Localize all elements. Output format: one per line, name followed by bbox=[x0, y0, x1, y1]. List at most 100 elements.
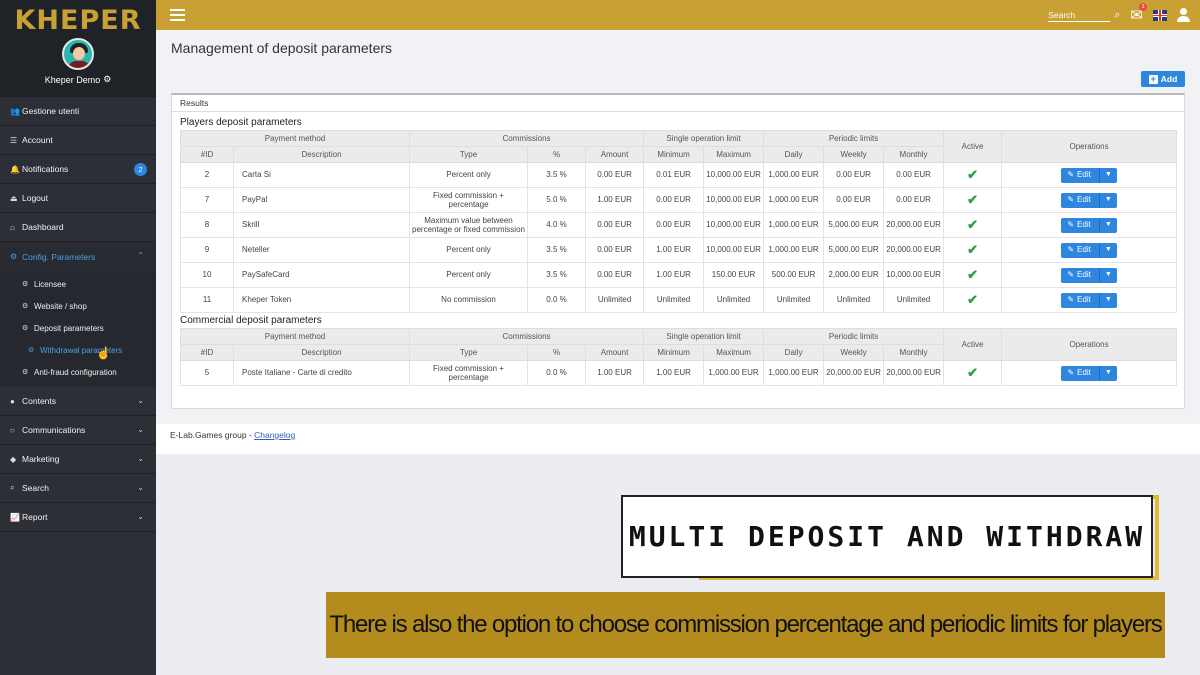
caret-down-icon[interactable]: ▼ bbox=[1100, 218, 1117, 233]
edit-button-main[interactable]: ✎ Edit bbox=[1061, 267, 1100, 283]
cell-minimum: 0.01 EUR bbox=[643, 162, 705, 188]
sidebar-item-label: Dashboard bbox=[22, 222, 64, 232]
cell-id: 8 bbox=[180, 212, 234, 238]
header-active: Active bbox=[943, 328, 1003, 361]
cell-weekly: 0.00 EUR bbox=[823, 187, 885, 213]
search-icon[interactable]: ⌕ bbox=[1114, 9, 1120, 22]
edit-button-main[interactable]: ✎ Edit bbox=[1061, 242, 1100, 258]
mail-badge: 3 bbox=[1139, 3, 1147, 11]
col-amount[interactable]: Amount bbox=[585, 344, 645, 361]
cogs-icon: ⚙ bbox=[22, 303, 29, 310]
col-description[interactable]: Description bbox=[232, 146, 411, 163]
edit-button[interactable]: ✎ Edit ▼ bbox=[1061, 192, 1117, 208]
sidebar: KHEPER Kheper Demo ⚙ 👥 Gestione utenti ☰… bbox=[0, 0, 156, 675]
table-row: 5 Poste Italiane - Carte di credito Fixed … bbox=[180, 360, 1178, 386]
edit-button[interactable]: ✎ Edit ▼ bbox=[1061, 292, 1117, 308]
col-minimum[interactable]: Minimum bbox=[643, 146, 705, 163]
header-periodic-limits: Periodic limits bbox=[763, 328, 945, 345]
edit-button[interactable]: ✎ Edit ▼ bbox=[1061, 217, 1117, 233]
col-monthly[interactable]: Monthly bbox=[883, 344, 945, 361]
cell-percent: 4.0 % bbox=[527, 212, 587, 238]
edit-button-main[interactable]: ✎ Edit bbox=[1061, 365, 1100, 381]
topbar: ⌕ ✉3 bbox=[156, 0, 1200, 30]
bell-icon: 🔔 bbox=[10, 164, 20, 174]
sidebar-item-notifications[interactable]: 🔔 Notifications 2 bbox=[0, 155, 156, 184]
col-maximum[interactable]: Maximum bbox=[703, 146, 765, 163]
checkmark-icon: ✔ bbox=[967, 241, 979, 257]
col-id[interactable]: #ID bbox=[180, 146, 234, 163]
col-weekly[interactable]: Weekly bbox=[823, 344, 885, 361]
header-single-limit: Single operation limit bbox=[643, 130, 765, 147]
col-minimum[interactable]: Minimum bbox=[643, 344, 705, 361]
table-row: 7 PayPal Fixed commission + percentage 5.0 … bbox=[180, 187, 1178, 213]
user-icon[interactable] bbox=[1177, 8, 1190, 22]
caret-down-icon[interactable]: ▼ bbox=[1100, 268, 1117, 283]
caret-down-icon[interactable]: ▼ bbox=[1100, 168, 1117, 183]
edit-button-main[interactable]: ✎ Edit bbox=[1061, 192, 1100, 208]
cell-minimum: 0.00 EUR bbox=[643, 187, 705, 213]
caret-down-icon[interactable]: ▼ bbox=[1100, 366, 1117, 381]
col-monthly[interactable]: Monthly bbox=[883, 146, 945, 163]
sidebar-item-logout[interactable]: ⏏ Logout bbox=[0, 184, 156, 213]
edit-button-main[interactable]: ✎ Edit bbox=[1061, 217, 1100, 233]
sidebar-item-config-parameters[interactable]: ⚙ Config. Parameters ⌃ bbox=[0, 242, 156, 271]
sidebar-item-gestione-utenti[interactable]: 👥 Gestione utenti bbox=[0, 97, 156, 126]
col-type[interactable]: Type bbox=[409, 146, 529, 163]
hamburger-menu-icon[interactable] bbox=[170, 9, 185, 21]
players-section-title: Players deposit parameters bbox=[180, 117, 302, 128]
sidebar-item-dashboard[interactable]: ⌂ Dashboard bbox=[0, 213, 156, 242]
sidebar-item-contents[interactable]: ● Contents ⌄ bbox=[0, 387, 156, 416]
search-icon: ⌕ bbox=[10, 483, 15, 492]
cell-monthly: 20,000.00 EUR bbox=[883, 360, 945, 386]
caret-down-icon[interactable]: ▼ bbox=[1100, 193, 1117, 208]
uk-flag-icon[interactable] bbox=[1153, 9, 1167, 21]
col-percent[interactable]: % bbox=[527, 344, 587, 361]
edit-button[interactable]: ✎ Edit ▼ bbox=[1061, 267, 1117, 283]
col-daily[interactable]: Daily bbox=[763, 146, 825, 163]
col-daily[interactable]: Daily bbox=[763, 344, 825, 361]
cell-description: Kheper Token bbox=[232, 287, 411, 313]
edit-button-main[interactable]: ✎ Edit bbox=[1061, 167, 1100, 183]
cell-operations: ✎ Edit ▼ bbox=[1001, 187, 1178, 213]
cell-type: Percent only bbox=[409, 262, 529, 288]
sidebar-item-report[interactable]: 📈 Report ⌄ bbox=[0, 503, 156, 532]
cell-percent: 3.5 % bbox=[527, 162, 587, 188]
col-id[interactable]: #ID bbox=[180, 344, 234, 361]
sidebar-subitem-withdrawal-parameters[interactable]: ⚙ Withdrawal parameters bbox=[0, 339, 156, 361]
search-input[interactable] bbox=[1048, 8, 1111, 22]
sidebar-item-communications[interactable]: ○ Communications ⌄ bbox=[0, 416, 156, 445]
sidebar-item-marketing[interactable]: ◆ Marketing ⌄ bbox=[0, 445, 156, 474]
sidebar-item-search[interactable]: ⌕ Search ⌄ bbox=[0, 474, 156, 503]
add-button[interactable]: + Add bbox=[1141, 71, 1185, 87]
sidebar-subitem-licensee[interactable]: ⚙ Licensee bbox=[0, 273, 156, 295]
edit-button[interactable]: ✎ Edit ▼ bbox=[1061, 365, 1117, 381]
col-type[interactable]: Type bbox=[409, 344, 529, 361]
comment-icon: ○ bbox=[10, 425, 15, 435]
edit-button[interactable]: ✎ Edit ▼ bbox=[1061, 167, 1117, 183]
footer: E-Lab.Games group - Changelog bbox=[156, 424, 1200, 454]
caret-down-icon[interactable]: ▼ bbox=[1100, 243, 1117, 258]
changelog-link[interactable]: Changelog bbox=[254, 430, 295, 440]
col-amount[interactable]: Amount bbox=[585, 146, 645, 163]
sidebar-subitem-label: Website / shop bbox=[34, 301, 87, 311]
sidebar-subitem-anti-fraud[interactable]: ⚙ Anti-fraud configuration bbox=[0, 361, 156, 383]
cell-minimum: 1.00 EUR bbox=[643, 360, 705, 386]
sidebar-subitem-website[interactable]: ⚙ Website / shop bbox=[0, 295, 156, 317]
sidebar-subitem-deposit-parameters[interactable]: ⚙ Deposit parameters bbox=[0, 317, 156, 339]
edit-button[interactable]: ✎ Edit ▼ bbox=[1061, 242, 1117, 258]
plus-icon: + bbox=[1148, 73, 1158, 84]
caret-down-icon[interactable]: ▼ bbox=[1100, 293, 1117, 308]
col-description[interactable]: Description bbox=[232, 344, 411, 361]
avatar[interactable] bbox=[62, 38, 94, 70]
cell-operations: ✎ Edit ▼ bbox=[1001, 237, 1178, 263]
cell-type: Fixed commission + percentage bbox=[409, 187, 529, 213]
col-percent[interactable]: % bbox=[527, 146, 587, 163]
logo[interactable]: KHEPER bbox=[15, 6, 142, 36]
col-weekly[interactable]: Weekly bbox=[823, 146, 885, 163]
user-name[interactable]: Kheper Demo ⚙ bbox=[45, 74, 112, 85]
sidebar-item-account[interactable]: ☰ Account bbox=[0, 126, 156, 155]
col-maximum[interactable]: Maximum bbox=[703, 344, 765, 361]
mail-icon[interactable]: ✉ 3 bbox=[1130, 3, 1147, 24]
gear-icon[interactable]: ⚙ bbox=[103, 74, 111, 85]
edit-button-main[interactable]: ✎ Edit bbox=[1061, 292, 1100, 308]
